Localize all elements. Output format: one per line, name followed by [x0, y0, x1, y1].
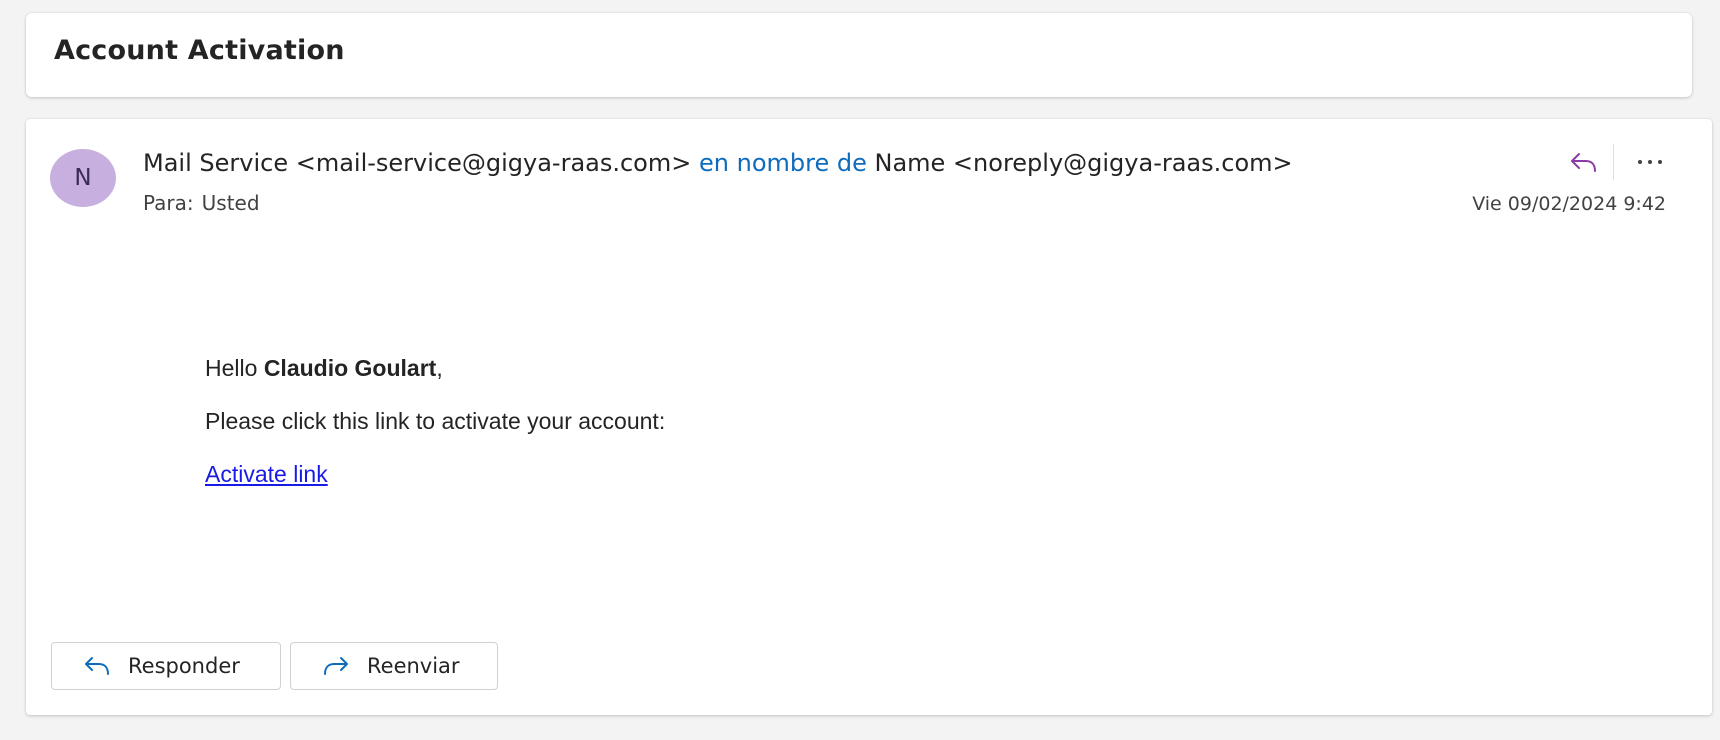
activate-link[interactable]: Activate link [205, 461, 328, 487]
message-actions [1561, 143, 1672, 181]
avatar-initial: N [74, 165, 92, 191]
instruction-text: Please click this link to activate your … [205, 408, 666, 434]
greeting-name: Claudio Goulart [263, 355, 437, 381]
sender-avatar[interactable]: N [50, 149, 116, 207]
on-behalf-text: en nombre de [699, 149, 867, 177]
message-date: Vie 09/02/2024 9:42 [1472, 193, 1666, 215]
message-card: N Mail Service <mail-service@gigya-raas.… [26, 119, 1712, 715]
forward-button-label: Reenviar [367, 654, 460, 678]
reply-icon [1571, 153, 1596, 172]
greeting-line: Hello Claudio Goulart, [205, 355, 665, 381]
sender-name[interactable]: Mail Service <mail-service@gigya-raas.co… [143, 149, 691, 177]
greeting-suffix: , [436, 355, 443, 381]
forward-arrow-icon [321, 655, 351, 677]
reply-arrow-icon [82, 655, 112, 677]
forward-button[interactable]: Reenviar [290, 642, 498, 690]
reply-button-label: Responder [128, 654, 240, 678]
more-icon [1638, 160, 1662, 164]
subject-header: Account Activation [26, 13, 1692, 97]
to-recipient[interactable]: Usted [202, 191, 260, 215]
to-label: Para: [143, 191, 194, 215]
greeting-prefix: Hello [205, 355, 264, 381]
behalf-name[interactable]: Name <noreply@gigya-raas.com> [875, 149, 1293, 177]
reply-button[interactable]: Responder [51, 642, 281, 690]
to-line: Para: Usted [143, 191, 260, 215]
link-line: Activate link [205, 461, 665, 487]
message-body: Hello Claudio Goulart, Please click this… [205, 355, 665, 514]
more-options-button[interactable] [1628, 143, 1672, 181]
reply-icon-button[interactable] [1561, 143, 1605, 181]
subject-title: Account Activation [54, 35, 345, 66]
from-line: Mail Service <mail-service@gigya-raas.co… [143, 149, 1293, 177]
action-divider [1613, 144, 1614, 180]
